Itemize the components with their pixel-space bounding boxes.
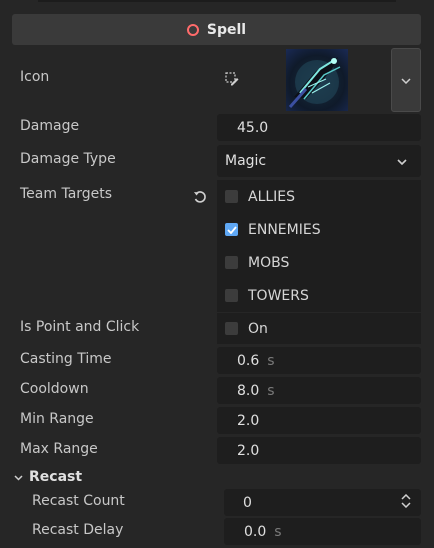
chevron-down-icon bbox=[401, 72, 411, 88]
icon-label: Icon bbox=[20, 69, 50, 85]
chevron-down-icon bbox=[14, 469, 23, 485]
point-and-click-label: Is Point and Click bbox=[20, 319, 140, 335]
checkbox-icon bbox=[225, 256, 238, 269]
section-title: Spell bbox=[206, 21, 247, 38]
recast-delay-input[interactable]: 0.0 s bbox=[224, 518, 421, 545]
top-divider bbox=[38, 0, 396, 2]
damage-type-select[interactable]: Magic bbox=[217, 145, 421, 177]
checkbox-icon bbox=[225, 289, 238, 302]
team-target-mobs[interactable]: MOBS bbox=[217, 246, 421, 279]
casting-time-label: Casting Time bbox=[20, 351, 112, 367]
cooldown-input[interactable]: 8.0 s bbox=[217, 377, 421, 404]
team-target-allies[interactable]: ALLIES bbox=[217, 180, 421, 213]
min-range-label: Min Range bbox=[20, 411, 94, 427]
checkbox-icon bbox=[225, 322, 238, 335]
damage-input[interactable]: 45.0 bbox=[217, 114, 421, 141]
recast-delay-label: Recast Delay bbox=[32, 522, 124, 538]
team-target-ennemies[interactable]: ENNEMIES bbox=[217, 213, 421, 246]
damage-label: Damage bbox=[20, 118, 80, 134]
recast-count-label: Recast Count bbox=[32, 493, 125, 509]
recast-count-spinbox[interactable]: 0 bbox=[224, 489, 421, 516]
damage-type-label: Damage Type bbox=[20, 151, 116, 167]
icon-dropdown-button[interactable] bbox=[391, 48, 421, 112]
section-header-spell[interactable]: Spell bbox=[12, 14, 421, 45]
revert-icon[interactable] bbox=[193, 190, 207, 208]
team-targets-label: Team Targets bbox=[20, 186, 113, 202]
recast-section-header[interactable]: Recast bbox=[14, 469, 82, 485]
checkbox-checked-icon bbox=[225, 223, 238, 236]
team-target-towers[interactable]: TOWERS bbox=[217, 279, 421, 312]
edit-resource-icon[interactable] bbox=[225, 72, 239, 90]
spinner-arrows-icon[interactable] bbox=[401, 493, 411, 512]
cooldown-label: Cooldown bbox=[20, 381, 89, 397]
circle-icon bbox=[186, 23, 199, 36]
max-range-label: Max Range bbox=[20, 441, 98, 457]
spell-icon-preview[interactable] bbox=[286, 49, 348, 111]
point-and-click-toggle[interactable]: On bbox=[217, 313, 421, 344]
min-range-input[interactable]: 2.0 bbox=[217, 407, 421, 434]
max-range-input[interactable]: 2.0 bbox=[217, 437, 421, 464]
checkbox-icon bbox=[225, 190, 238, 203]
chevron-down-icon bbox=[397, 153, 407, 169]
casting-time-input[interactable]: 0.6 s bbox=[217, 347, 421, 374]
